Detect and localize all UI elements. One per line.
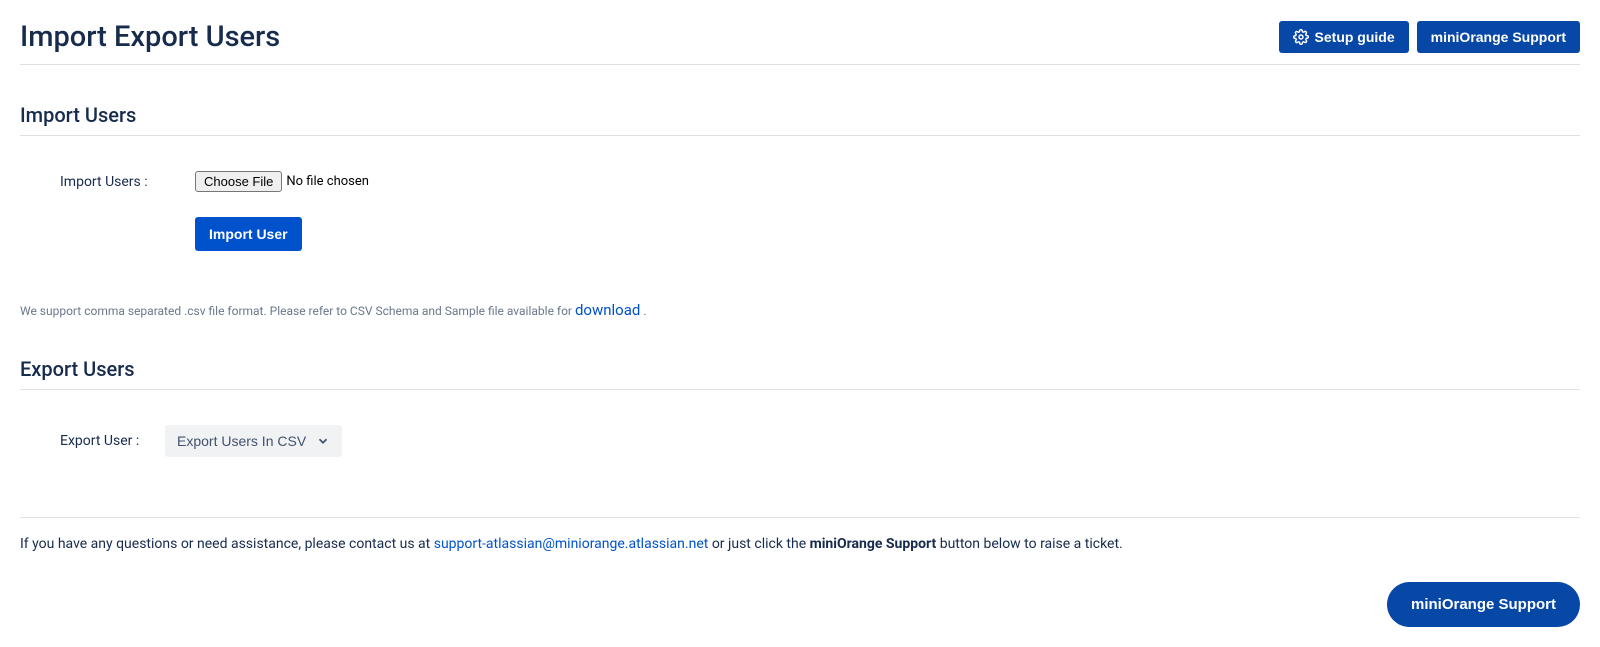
page-header: Import Export Users Setup guide miniOran… — [20, 20, 1580, 54]
footer-suffix: button below to raise a ticket. — [936, 536, 1123, 552]
import-label: Import Users : — [60, 174, 195, 190]
footer-bold: miniOrange Support — [810, 536, 937, 552]
import-user-button[interactable]: Import User — [195, 217, 302, 251]
header-divider — [20, 64, 1580, 65]
import-divider — [20, 135, 1580, 136]
export-format-dropdown[interactable]: Export Users In CSV — [165, 425, 342, 457]
footer-divider — [20, 517, 1580, 518]
export-divider — [20, 389, 1580, 390]
export-row: Export User : Export Users In CSV — [60, 425, 1580, 457]
header-actions: Setup guide miniOrange Support — [1279, 21, 1580, 53]
gear-icon — [1293, 29, 1309, 45]
support-email-link[interactable]: support-atlassian@miniorange.atlassian.n… — [434, 536, 709, 552]
footer-prefix: If you have any questions or need assist… — [20, 536, 434, 552]
choose-file-button[interactable]: Choose File — [195, 171, 282, 192]
setup-guide-button[interactable]: Setup guide — [1279, 21, 1409, 53]
footer-button-row: miniOrange Support — [20, 582, 1580, 627]
support-button-footer[interactable]: miniOrange Support — [1387, 582, 1580, 627]
help-suffix: . — [640, 304, 646, 318]
chevron-down-icon — [316, 434, 330, 448]
setup-guide-label: Setup guide — [1315, 29, 1395, 45]
support-button-header[interactable]: miniOrange Support — [1417, 21, 1580, 53]
export-section-title: Export Users — [20, 357, 1580, 381]
import-section-title: Import Users — [20, 103, 1580, 127]
footer-text: If you have any questions or need assist… — [20, 536, 1580, 552]
import-help-text: We support comma separated .csv file for… — [20, 301, 1580, 319]
file-status-text: No file chosen — [286, 174, 369, 189]
help-prefix: We support comma separated .csv file for… — [20, 304, 575, 318]
footer-middle: or just click the — [708, 536, 809, 552]
import-button-row: Import User — [195, 217, 1580, 251]
file-input-group: Choose File No file chosen — [195, 171, 369, 192]
download-link[interactable]: download — [575, 301, 640, 319]
page-title: Import Export Users — [20, 20, 280, 54]
import-file-row: Import Users : Choose File No file chose… — [60, 171, 1580, 192]
export-label: Export User : — [60, 433, 165, 449]
support-label: miniOrange Support — [1431, 29, 1566, 45]
dropdown-selected-text: Export Users In CSV — [177, 433, 306, 449]
